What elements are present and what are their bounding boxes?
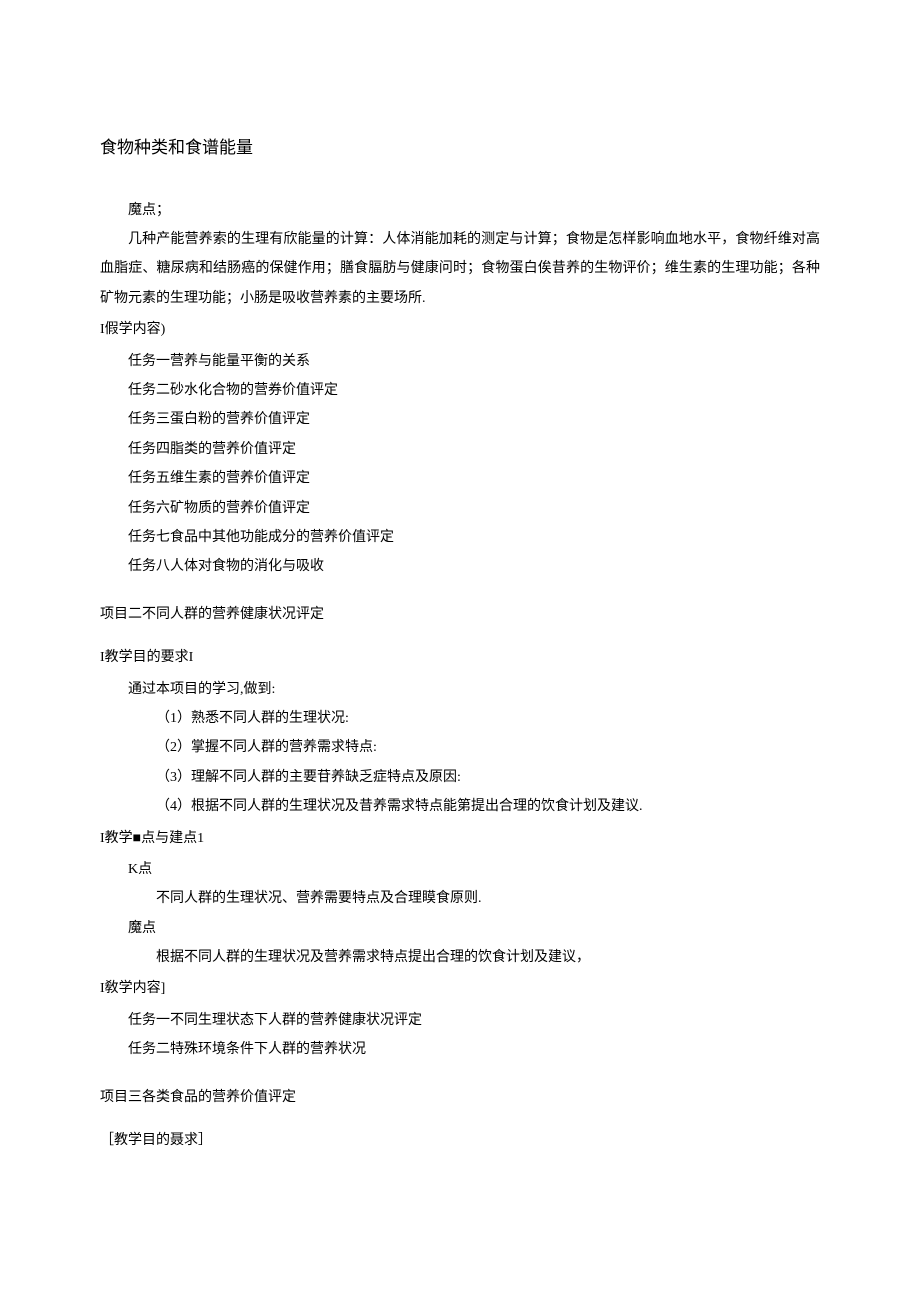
task-item: 任务八人体对食物的消化与吸收 <box>100 552 820 581</box>
document-page: 食物种类和食谱能量 魔点； 几种产能营养索的生理有欣能量的计算：人体消能加耗的测… <box>0 0 920 1237</box>
project-2-title: 项目二不同人群的营养健康状况评定 <box>100 600 820 629</box>
task-item: 任务二砂水化合物的营券价值评定 <box>100 376 820 405</box>
goal-item: （1）熟悉不同人群的生理状况: <box>100 704 820 733</box>
d-point-body: 根据不同人群的生理状况及营养需求特点提出合理的饮食计划及建议， <box>100 943 820 972</box>
goal-item: （2）掌握不同人群的营养需求特点: <box>100 733 820 762</box>
d-point-label: 魔点 <box>100 914 820 943</box>
goal-item: （3）理解不同人群的主要苷养缺乏症特点及原因: <box>100 763 820 792</box>
keypoint-label: I教学■点与建点1 <box>100 824 820 853</box>
difficulty-label: 魔点； <box>100 196 820 225</box>
task-item: 任务三蛋白粉的营养价值评定 <box>100 405 820 434</box>
task-item: 任务一营养与能量平衡的关系 <box>100 347 820 376</box>
goal-item: （4）根据不同人群的生理状况及昔养需求特点能第提出合理的饮食计划及建议. <box>100 792 820 821</box>
goal-label-3: ［教学目的聂求］ <box>100 1126 820 1155</box>
goal-lead: 通过本项目的学习,做到: <box>100 675 820 704</box>
task-item: 任务七食品中其他功能成分的营养价值评定 <box>100 523 820 552</box>
task-item: 任务一不同生理状态下人群的营养健康状况评定 <box>100 1006 820 1035</box>
content-label-2: I敎学内容] <box>100 974 820 1003</box>
task-item: 任务四脂类的营养价值评定 <box>100 435 820 464</box>
difficulty-paragraph: 几种产能营养索的生理有欣能量的计算：人体消能加耗的测定与计算；食物是怎样影响血地… <box>100 225 820 313</box>
task-item: 任务二特殊环境条件下人群的营养状况 <box>100 1035 820 1064</box>
k-point-body: 不同人群的生理状况、营养需要特点及合理瞙食原则. <box>100 884 820 913</box>
task-item: 任务五维生素的营养价值评定 <box>100 464 820 493</box>
goal-label-2: I教学目的要求I <box>100 643 820 672</box>
project-3-title: 项目三各类食品的营养价值评定 <box>100 1083 820 1112</box>
task-item: 任务六矿物质的营养价值评定 <box>100 494 820 523</box>
content-label-1: I假学内容) <box>100 315 820 344</box>
k-point-label: K点 <box>100 855 820 884</box>
document-title: 食物种类和食谱能量 <box>100 130 820 166</box>
